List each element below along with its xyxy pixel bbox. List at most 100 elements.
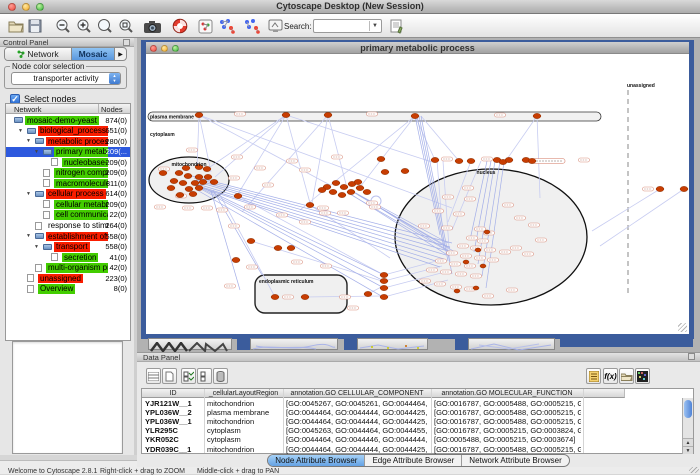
scroll-up-icon[interactable]: ▲	[683, 438, 693, 446]
expand-arrow-icon[interactable]: ▼	[26, 233, 31, 239]
node-color-select[interactable]: transporter activity▲▼	[11, 72, 121, 85]
network-node	[195, 185, 203, 190]
column-header[interactable]: annotation.GO MOLECULAR_FUNCTION	[431, 390, 583, 397]
app-title: Cytoscape Desktop (New Session)	[0, 1, 700, 11]
table-row[interactable]: YDR039C__1mitochondrion[GO:0044464, GO:0…	[142, 445, 682, 454]
zoom-selected-icon[interactable]	[118, 17, 134, 35]
tab-network-attribute-browser[interactable]: Network Attribute Browser	[461, 455, 568, 466]
table-cell: [GO:0016787, GO:0005488, GO:0005215, G..…	[434, 445, 581, 454]
zoom-out-icon[interactable]	[55, 17, 71, 35]
minimized-window-2-titlebar[interactable]	[237, 338, 250, 350]
table-row[interactable]: YKR052Ccytoplasm[GO:0044464, GO:0044446,…	[142, 435, 682, 444]
matrix-icon[interactable]	[635, 368, 650, 384]
network-canvas-svg[interactable]: plasma membranecytoplasmmitochondrionnuc…	[146, 54, 689, 335]
search-dropdown-icon[interactable]: ▼	[369, 21, 380, 31]
scroll-down-icon[interactable]: ▼	[683, 446, 693, 454]
tree-row[interactable]: Overview8(0)	[6, 284, 130, 295]
expand-arrow-icon[interactable]: ▼	[34, 149, 39, 155]
tree-row[interactable]: multi-organism pro42(0)	[6, 263, 130, 274]
tab-network[interactable]: Network	[5, 48, 71, 60]
data-panel: Data Panel f(x) ID_cellularLayoutRegiona…	[137, 352, 700, 467]
canvas-resize-grip[interactable]	[678, 323, 687, 332]
select-nodes-checkbox[interactable]: ✓	[10, 94, 20, 104]
search-input[interactable]: ▼	[313, 19, 382, 33]
table-scrollbar[interactable]: ▲ ▼	[682, 398, 693, 454]
expand-arrow-icon[interactable]: ▼	[34, 244, 39, 250]
tree-row[interactable]: nucleobase-209(0)	[6, 157, 130, 168]
tab-overflow-arrow[interactable]: ▶	[115, 48, 126, 60]
minimized-window-5-titlebar[interactable]	[560, 338, 693, 347]
new-attribute-icon[interactable]	[162, 368, 177, 384]
snapshot-icon[interactable]	[143, 17, 162, 35]
tree-row[interactable]: nitrogen compo209(0)	[6, 168, 130, 179]
minimized-window-3-titlebar[interactable]	[344, 338, 357, 350]
table-row[interactable]: YLR295Ccytoplasm[GO:0045263, GO:0044464,…	[142, 426, 682, 435]
delete-attribute-icon[interactable]	[213, 368, 228, 384]
network-node	[271, 294, 279, 299]
data-panel-float-icon[interactable]	[688, 353, 695, 360]
tree-row[interactable]: ▼transport558(0)	[6, 242, 130, 253]
minimized-window-4-titlebar[interactable]	[455, 338, 468, 350]
tree-row[interactable]: secretion41(0)	[6, 252, 130, 263]
tree-row[interactable]: mosaic-demo-yeast874(0)	[6, 115, 130, 126]
tree-row[interactable]: macromolecule311(0)	[6, 178, 130, 189]
tab-mosaic[interactable]: Mosaic	[71, 48, 115, 60]
column-header[interactable]: _cellularLayoutRegion	[204, 390, 283, 397]
column-header[interactable]: annotation.GO CELLULAR_COMPONENT	[283, 390, 431, 397]
column-header[interactable]: ID	[142, 390, 204, 397]
tree-row[interactable]: ▼cellular process614(0)	[6, 189, 130, 200]
expand-arrow-icon[interactable]: ▼	[26, 191, 31, 197]
network-edge	[592, 189, 660, 231]
attribute-table-header[interactable]: ID_cellularLayoutRegionannotation.GO CEL…	[142, 389, 625, 398]
network-node	[306, 202, 314, 207]
scrollbar-thumb[interactable]	[684, 400, 692, 418]
save-icon[interactable]	[28, 17, 42, 35]
file-icon	[43, 169, 50, 177]
tab-node-attribute-browser[interactable]: Node Attribute Browser	[268, 455, 364, 466]
attribute-list-icon[interactable]	[586, 368, 601, 384]
minimized-window-3[interactable]	[357, 338, 428, 350]
expand-arrow-icon[interactable]: ▼	[18, 128, 23, 134]
unselect-attributes-icon[interactable]	[197, 368, 212, 384]
expand-arrow-icon[interactable]: ▼	[26, 138, 31, 144]
table-row[interactable]: YJR121W__1mitochondrion[GO:0045267, GO:0…	[142, 399, 682, 408]
tree-row[interactable]: ▼metabolic process280(0)	[6, 136, 130, 147]
zoom-fit-icon[interactable]	[97, 17, 113, 35]
zoom-in-icon[interactable]	[76, 17, 92, 35]
attribute-table-icon[interactable]	[146, 368, 161, 384]
tree-row[interactable]: cell communicat22(0)	[6, 210, 130, 221]
file-icon	[51, 158, 58, 166]
table-row[interactable]: YPL036W__1mitochondrion[GO:0044464, GO:0…	[142, 417, 682, 426]
network-node	[656, 186, 664, 191]
search-option-icon[interactable]	[390, 17, 404, 35]
table-row[interactable]: YPL036W__2plasma membrane[GO:0044464, GO…	[142, 408, 682, 417]
network-node	[210, 179, 218, 184]
network-node	[680, 186, 688, 191]
minimized-window-2[interactable]	[250, 338, 338, 350]
minimized-window-4[interactable]	[468, 338, 555, 350]
network-from-selection-icon[interactable]	[218, 17, 236, 35]
function-builder-icon[interactable]: f(x)	[603, 368, 618, 384]
birdseye-view[interactable]	[12, 341, 123, 454]
network-node	[332, 180, 340, 185]
tree-row[interactable]: unassigned223(0)	[6, 273, 130, 284]
tree-row[interactable]: ▼establishment of lo558(0)	[6, 231, 130, 242]
control-panel-float-icon[interactable]	[123, 39, 130, 46]
network-node	[533, 113, 541, 118]
tree-row[interactable]: cellular metabo209(0)	[6, 199, 130, 210]
network-window-titlebar[interactable]: primary metabolic process	[146, 42, 689, 54]
select-attributes-icon[interactable]	[181, 368, 196, 384]
network-from-selection-edges-icon[interactable]	[243, 17, 261, 35]
tab-edge-attribute-browser[interactable]: Edge Attribute Browser	[364, 455, 461, 466]
open-file-icon[interactable]	[8, 17, 24, 35]
combo-stepper-icon[interactable]: ▲▼	[109, 73, 120, 84]
annotation-icon[interactable]	[268, 17, 283, 35]
tree-row[interactable]: ▼biological_process651(0)	[6, 126, 130, 137]
tree-row[interactable]: response to stimulu264(0)	[6, 221, 130, 232]
network-edge	[238, 115, 286, 194]
minimized-window-1[interactable]	[148, 338, 232, 350]
tree-row[interactable]: ▼primary metab209(...	[6, 147, 130, 158]
new-network-icon[interactable]	[198, 17, 213, 35]
import-attributes-icon[interactable]	[619, 368, 634, 384]
help-icon[interactable]	[172, 17, 188, 35]
